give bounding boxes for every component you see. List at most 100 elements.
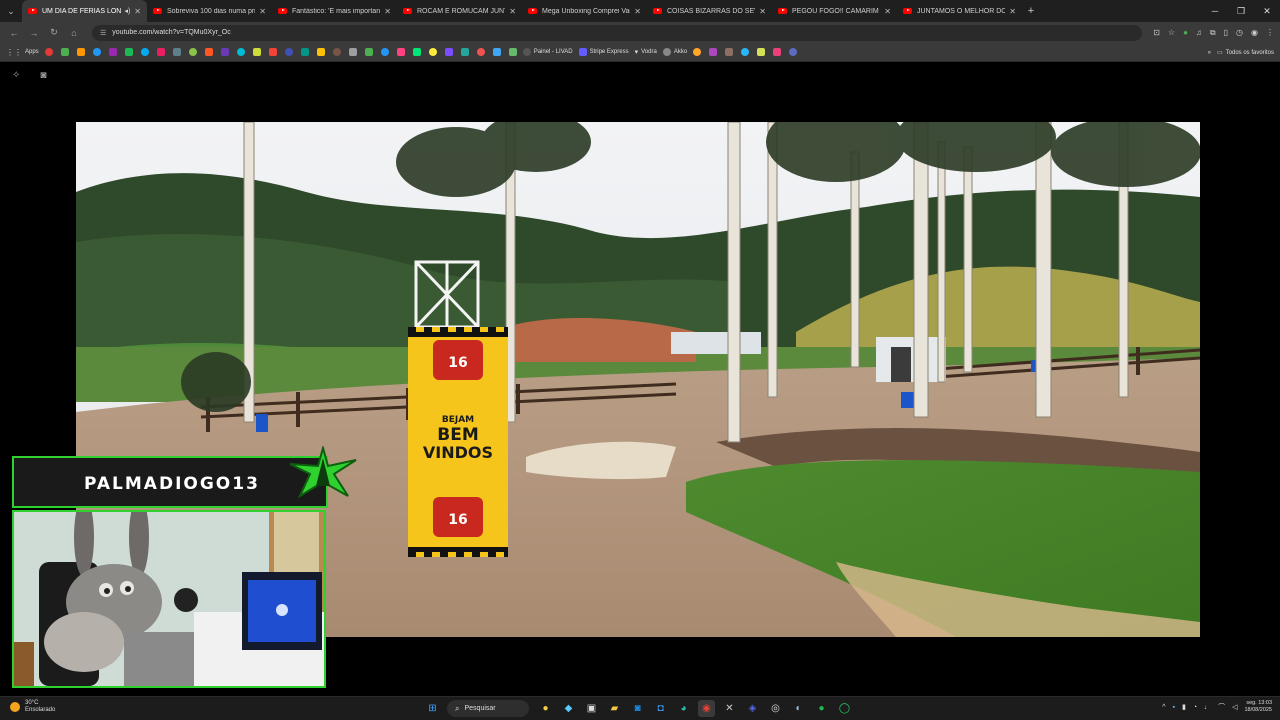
- tab-close-icon[interactable]: ✕: [1009, 7, 1016, 16]
- tab-close-icon[interactable]: ✕: [884, 7, 891, 16]
- chrome-icon[interactable]: ◉: [698, 700, 715, 717]
- mic-icon[interactable]: ♩: [1204, 704, 1211, 711]
- steam-icon[interactable]: ◐: [790, 700, 807, 717]
- tab-close-icon[interactable]: ✕: [759, 7, 766, 16]
- bookmark-favicon-icon[interactable]: [428, 48, 437, 56]
- bookmark-favicon-icon[interactable]: [332, 48, 341, 56]
- bookmark-star-icon[interactable]: ☆: [1168, 28, 1175, 37]
- bookmark-favicon-icon[interactable]: [124, 48, 133, 56]
- tab-close-icon[interactable]: ✕: [134, 7, 141, 16]
- bookmark-favicon-icon[interactable]: [380, 48, 389, 56]
- battery-icon[interactable]: ▮: [1182, 703, 1186, 711]
- bookmark-favicon-icon[interactable]: [460, 48, 469, 56]
- profile-icon[interactable]: ◉: [1251, 28, 1258, 37]
- bookmark-favicon-icon[interactable]: [444, 48, 453, 56]
- bookmark-favicon-icon[interactable]: [725, 48, 734, 56]
- bookmark-favicon-icon[interactable]: [156, 48, 165, 56]
- tray-chevron-icon[interactable]: ^: [1162, 704, 1165, 711]
- browser-tab[interactable]: Sobreviva 100 dias numa prisão✕: [147, 0, 272, 22]
- install-icon[interactable]: ⊡: [1153, 28, 1160, 37]
- bookmark-favicon-icon[interactable]: [60, 48, 69, 56]
- obs-icon[interactable]: ◎: [767, 700, 784, 717]
- history-icon[interactable]: ◷: [1236, 28, 1243, 37]
- network-icon[interactable]: ◔: [1193, 704, 1197, 711]
- extensions-puzzle-icon[interactable]: ⧉: [1210, 28, 1216, 38]
- store-icon[interactable]: ◘: [652, 700, 669, 717]
- bookmark-favicon-icon[interactable]: [140, 48, 149, 56]
- wifi-icon[interactable]: ⌒: [1218, 702, 1225, 712]
- clock[interactable]: seg. 13:03 18/08/2025: [1244, 700, 1272, 714]
- maximize-icon[interactable]: ❐: [1228, 0, 1254, 22]
- bookmark-favicon-icon[interactable]: [757, 48, 766, 56]
- media-icon[interactable]: ♫: [1196, 28, 1202, 37]
- browser-tab[interactable]: JUNTAMOS O MELHOR DO BO✕: [897, 0, 1022, 22]
- bookmark-favicon-icon[interactable]: [252, 48, 261, 56]
- home-icon[interactable]: ⌂: [64, 28, 84, 38]
- spotify-icon[interactable]: ●: [813, 700, 830, 717]
- apps-bookmark[interactable]: ⋮⋮ Apps: [6, 48, 39, 57]
- bookmark-akko[interactable]: Akko: [662, 48, 687, 56]
- magic-wand-icon[interactable]: ✧: [12, 70, 20, 81]
- bookmark-favicon-icon[interactable]: [300, 48, 309, 56]
- bookmark-favicon-icon[interactable]: [412, 48, 421, 56]
- bookmark-favicon-icon[interactable]: [188, 48, 197, 56]
- browser-tab[interactable]: Mega Unboxing Comprei Vario ✕: [522, 0, 647, 22]
- camera-icon[interactable]: ◙: [40, 70, 46, 81]
- windows-start-icon[interactable]: ⊞: [424, 700, 441, 717]
- capcut-icon[interactable]: ✕: [721, 700, 738, 717]
- bookmark-favicon-icon[interactable]: [364, 48, 373, 56]
- tray-app-icon[interactable]: ▪: [1173, 704, 1175, 711]
- file-explorer-icon[interactable]: ▣: [583, 700, 600, 717]
- bookmark-favicon-icon[interactable]: [92, 48, 101, 56]
- browser-tab[interactable]: UM DIA DE FERIAS LONGE◂) ✕: [22, 0, 147, 22]
- bookmark-favicon-icon[interactable]: [316, 48, 325, 56]
- outlook-icon[interactable]: ◙: [629, 700, 646, 717]
- bookmark-favicon-icon[interactable]: [44, 48, 53, 56]
- bookmark-favicon-icon[interactable]: [268, 48, 277, 56]
- close-window-icon[interactable]: ✕: [1254, 0, 1280, 22]
- tab-search-icon[interactable]: ⌄: [0, 0, 22, 22]
- whatsapp-icon[interactable]: ◯: [836, 700, 853, 717]
- taskbar-search[interactable]: ⌕ Pesquisar: [447, 700, 529, 717]
- minimize-icon[interactable]: ─: [1202, 0, 1228, 22]
- back-icon[interactable]: ←: [4, 28, 24, 38]
- all-favorites-folder[interactable]: » ▭ Todos os favoritos: [1208, 43, 1274, 62]
- tab-audio-icon[interactable]: ◂): [124, 7, 130, 15]
- bookmark-favicon-icon[interactable]: [236, 48, 245, 56]
- tab-close-icon[interactable]: ✕: [384, 7, 391, 16]
- tab-close-icon[interactable]: ✕: [634, 7, 641, 16]
- bookmark-favicon-icon[interactable]: [693, 48, 702, 56]
- browser-tab[interactable]: Fantástico: 'É mais importante ✕: [272, 0, 397, 22]
- tab-close-icon[interactable]: ✕: [259, 7, 266, 16]
- copilot-icon[interactable]: ◆: [560, 700, 577, 717]
- bookmark-favicon-icon[interactable]: [741, 48, 750, 56]
- weather-widget[interactable]: 30°C Ensolarado: [10, 700, 55, 714]
- bookmark-favicon-icon[interactable]: [492, 48, 501, 56]
- bookmark-favicon-icon[interactable]: [348, 48, 357, 56]
- address-bar[interactable]: ☰ youtube.com/watch?v=TQMu0Xyr_Oc: [92, 24, 1142, 41]
- bookmark-vodra[interactable]: ▾ Vodra: [635, 48, 657, 56]
- browser-tab[interactable]: PEGOU FOGO!! CAMARIM ✕: [772, 0, 897, 22]
- widgets-icon[interactable]: ●: [537, 700, 554, 717]
- bookmark-painel[interactable]: Painel - LIVAD: [522, 48, 573, 56]
- bookmark-favicon-icon[interactable]: [284, 48, 293, 56]
- bookmark-favicon-icon[interactable]: [204, 48, 213, 56]
- extension-green-icon[interactable]: ●: [1183, 28, 1188, 37]
- bookmark-favicon-icon[interactable]: [508, 48, 517, 56]
- menu-dots-icon[interactable]: ⋮: [1266, 28, 1274, 37]
- bookmark-favicon-icon[interactable]: [789, 48, 798, 56]
- bookmark-favicon-icon[interactable]: [108, 48, 117, 56]
- bookmark-favicon-icon[interactable]: [172, 48, 181, 56]
- browser-tab[interactable]: COISAS BIZARRAS DO SEVEN ✕: [647, 0, 772, 22]
- discord-icon[interactable]: ◈: [744, 700, 761, 717]
- bookmark-favicon-icon[interactable]: [709, 48, 718, 56]
- bookmark-favicon-icon[interactable]: [396, 48, 405, 56]
- folder-icon[interactable]: ▰: [606, 700, 623, 717]
- bookmark-favicon-icon[interactable]: [476, 48, 485, 56]
- bookmark-favicon-icon[interactable]: [76, 48, 85, 56]
- new-tab-button[interactable]: +: [1022, 5, 1040, 17]
- bookmark-stripe[interactable]: Stripe Express: [578, 48, 629, 56]
- bookmark-favicon-icon[interactable]: [220, 48, 229, 56]
- reload-icon[interactable]: ↻: [44, 27, 64, 38]
- bookmark-favicon-icon[interactable]: [773, 48, 782, 56]
